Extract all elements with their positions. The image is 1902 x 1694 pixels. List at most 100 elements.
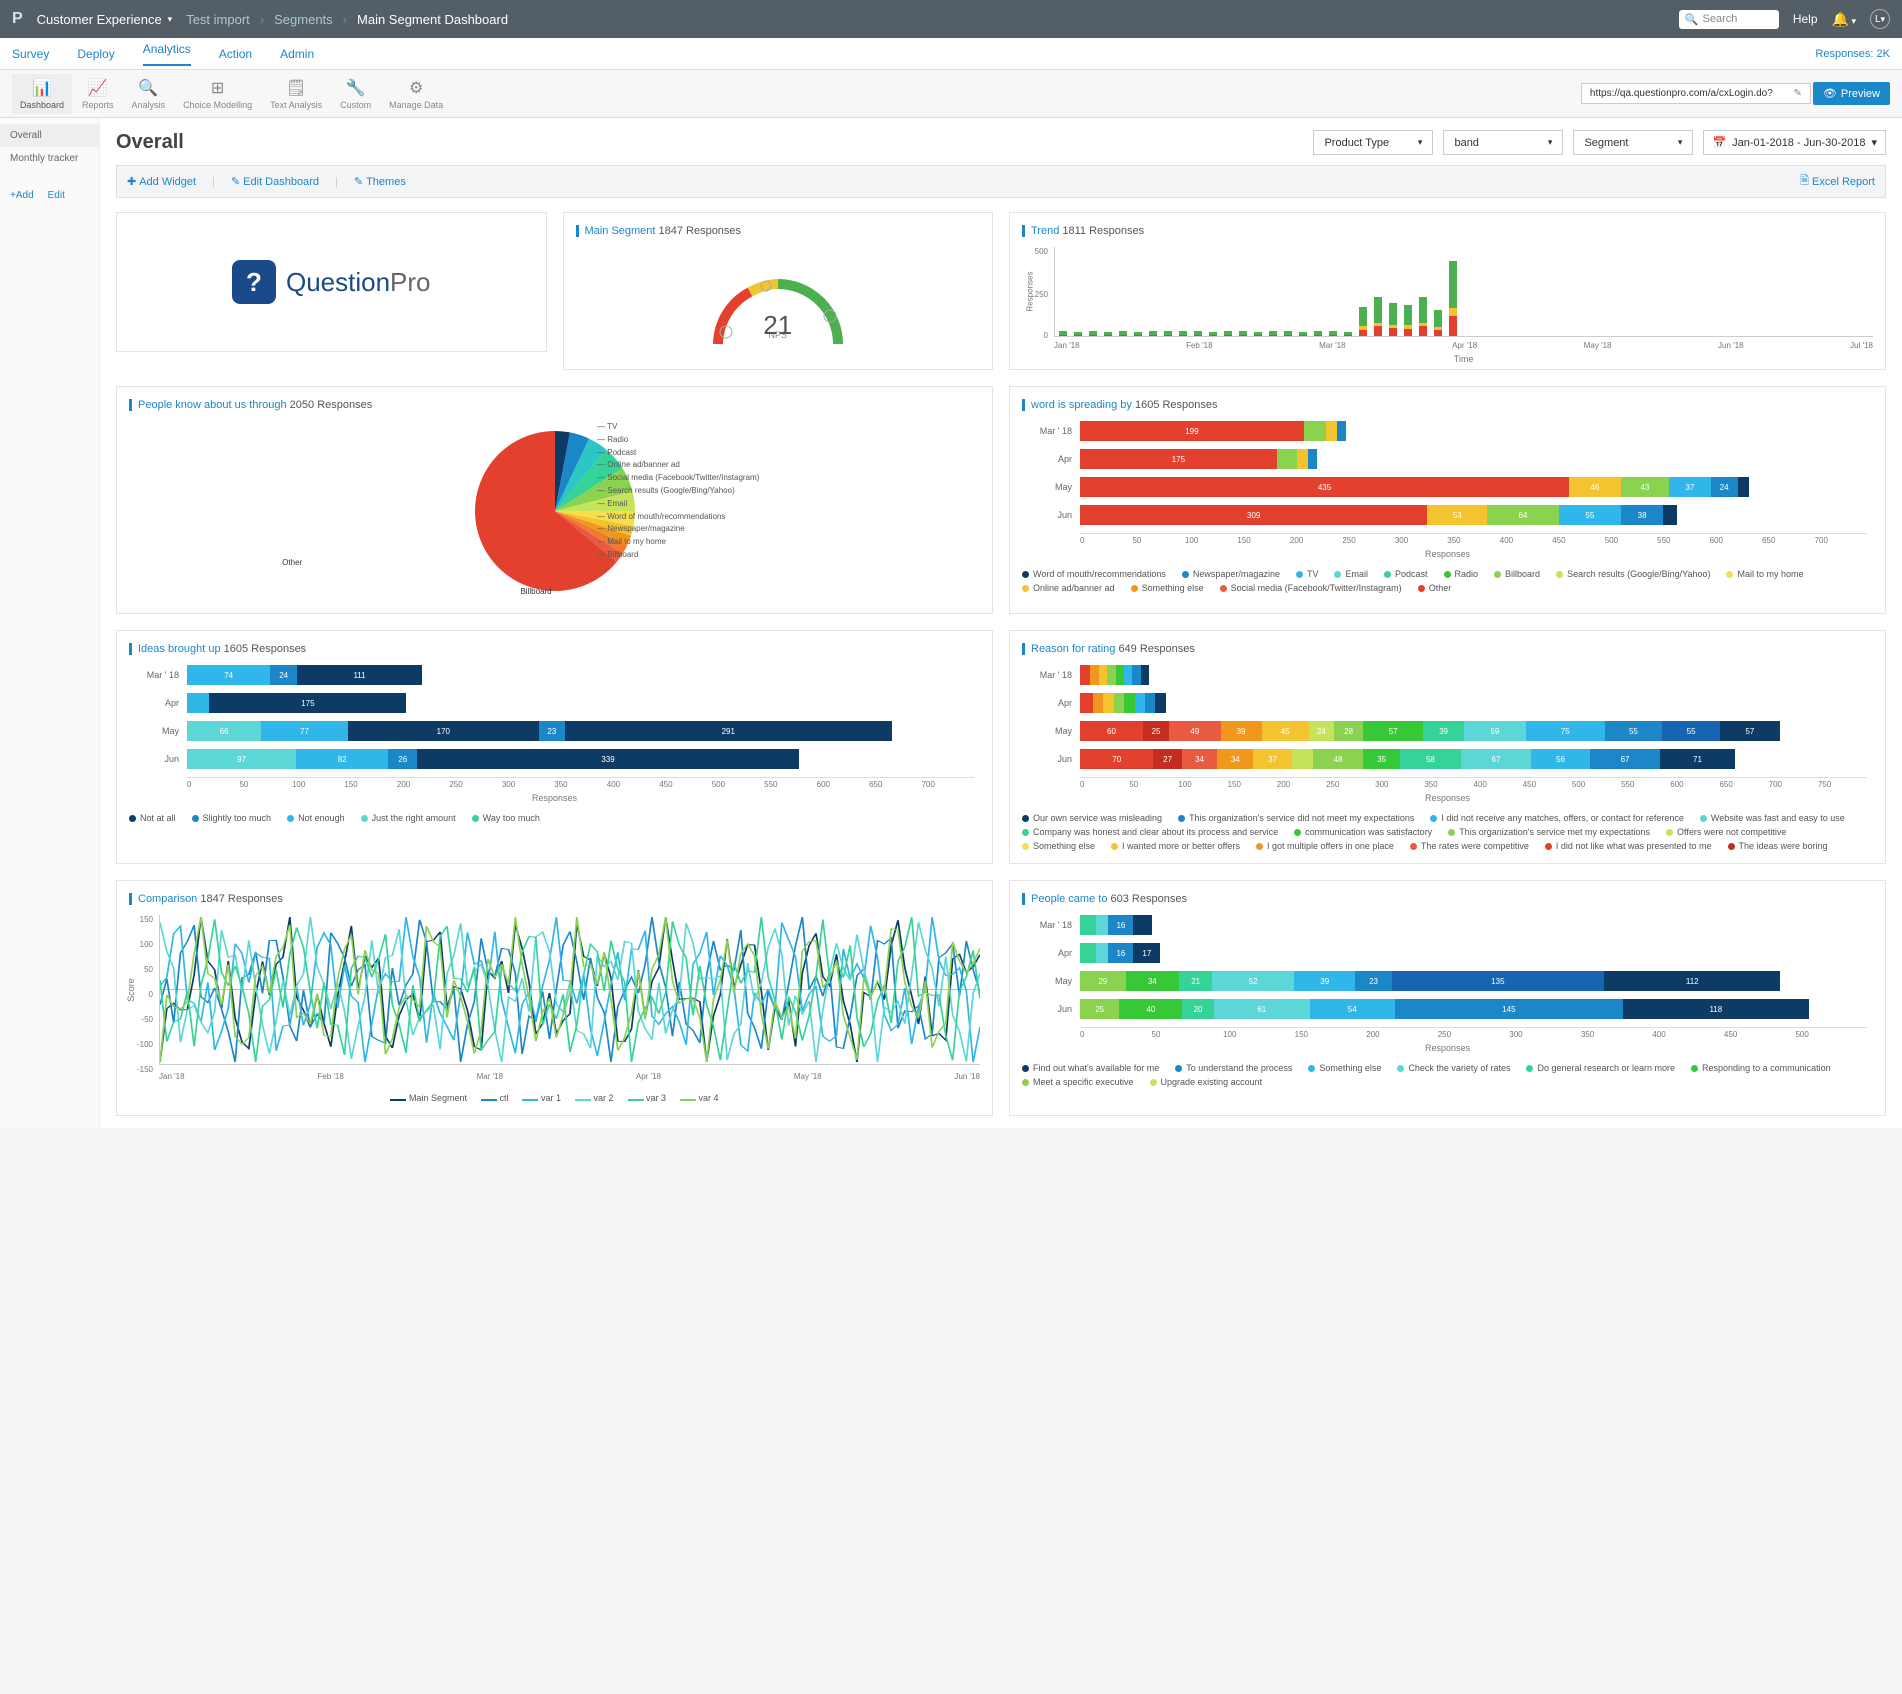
responses-count[interactable]: Responses: 2K	[1815, 48, 1890, 60]
sidebar-item-monthly-tracker[interactable]: Monthly tracker	[0, 147, 99, 170]
hbar-track[interactable]: 16	[1080, 915, 1867, 935]
trend-bar[interactable]	[1269, 331, 1277, 336]
legend-item[interactable]: The ideas were boring	[1728, 841, 1828, 851]
nav-deploy[interactable]: Deploy	[77, 47, 114, 61]
trend-bar[interactable]	[1389, 303, 1397, 336]
preview-button[interactable]: 👁 Preview	[1813, 82, 1890, 105]
hbar-track[interactable]: 293421523923135112	[1080, 971, 1867, 991]
nav-action[interactable]: Action	[219, 47, 252, 61]
legend-item[interactable]: Not enough	[287, 813, 345, 823]
tool-reports[interactable]: 📈Reports	[74, 74, 122, 114]
legend-item[interactable]: The rates were competitive	[1410, 841, 1529, 851]
trend-bar[interactable]	[1194, 331, 1202, 336]
global-search[interactable]: 🔍 Search	[1679, 10, 1779, 29]
hbar-track[interactable]: 1617	[1080, 943, 1867, 963]
trend-bar[interactable]	[1404, 305, 1412, 336]
trend-bar[interactable]	[1449, 261, 1457, 336]
legend-item[interactable]: Meet a specific executive	[1022, 1077, 1134, 1087]
legend-item[interactable]: var 3	[628, 1093, 667, 1103]
legend-item[interactable]: Mail to my home	[1726, 569, 1803, 579]
legend-item[interactable]: This organization's service met my expec…	[1448, 827, 1650, 837]
nav-analytics[interactable]: Analytics	[143, 42, 191, 66]
hbar-track[interactable]: 175	[1080, 449, 1867, 469]
trend-bar[interactable]	[1374, 297, 1382, 336]
legend-item[interactable]: Check the variety of rates	[1397, 1063, 1510, 1073]
legend-item[interactable]: Something else	[1022, 841, 1095, 851]
edit-dashboard-button[interactable]: ✎ Edit Dashboard	[231, 175, 319, 188]
filter-band[interactable]: band	[1443, 130, 1563, 155]
legend-item[interactable]: Newspaper/magazine	[1182, 569, 1280, 579]
help-link[interactable]: Help	[1793, 12, 1818, 26]
legend-item[interactable]: I did not receive any matches, offers, o…	[1430, 813, 1683, 823]
user-avatar[interactable]: L	[1870, 9, 1890, 29]
nav-admin[interactable]: Admin	[280, 47, 314, 61]
legend-item[interactable]: I did not like what was presented to me	[1545, 841, 1712, 851]
legend-item[interactable]: Main Segment	[390, 1093, 467, 1103]
trend-bar[interactable]	[1059, 331, 1067, 336]
legend-item[interactable]: This organization's service did not meet…	[1178, 813, 1414, 823]
legend-item[interactable]: ctl	[481, 1093, 509, 1103]
legend-item[interactable]: Podcast	[1384, 569, 1428, 579]
legend-item[interactable]: Website was fast and easy to use	[1700, 813, 1845, 823]
hbar-track[interactable]: 7424111	[187, 665, 974, 685]
legend-item[interactable]: Offers were not competitive	[1666, 827, 1786, 837]
filter-daterange[interactable]: 📅Jan-01-2018 - Jun-30-2018▾	[1703, 130, 1886, 155]
legend-item[interactable]: Email	[1334, 569, 1368, 579]
edit-url-icon[interactable]: ✎	[1794, 88, 1802, 99]
hbar-track[interactable]: 978226339	[187, 749, 974, 769]
trend-bar[interactable]	[1254, 332, 1262, 336]
hbar-track[interactable]: 702734343748355867566771	[1080, 749, 1867, 769]
legend-item[interactable]: Online ad/banner ad	[1022, 583, 1115, 593]
legend-item[interactable]: Not at all	[129, 813, 176, 823]
excel-report-button[interactable]: 🗎 Excel Report	[1800, 172, 1875, 191]
tool-text-analysis[interactable]: 🗒Text Analysis	[262, 74, 330, 114]
filter-segment[interactable]: Segment	[1573, 130, 1693, 155]
trend-bar[interactable]	[1314, 331, 1322, 336]
trend-bar[interactable]	[1419, 297, 1427, 336]
legend-item[interactable]: I wanted more or better offers	[1111, 841, 1240, 851]
trend-bar[interactable]	[1284, 331, 1292, 336]
hbar-track[interactable]	[1080, 665, 1867, 685]
trend-bar[interactable]	[1299, 332, 1307, 336]
legend-item[interactable]: Company was honest and clear about its p…	[1022, 827, 1278, 837]
trend-bar[interactable]	[1239, 331, 1247, 336]
hbar-track[interactable]	[1080, 693, 1867, 713]
hbar-track[interactable]: 43546433724	[1080, 477, 1867, 497]
hbar-track[interactable]: 2540206154145118	[1080, 999, 1867, 1019]
breadcrumb-1[interactable]: Test import	[186, 12, 250, 27]
trend-bar[interactable]	[1359, 307, 1367, 336]
trend-bar[interactable]	[1434, 310, 1442, 336]
themes-button[interactable]: ✎ Themes	[354, 175, 406, 188]
trend-bar[interactable]	[1224, 331, 1232, 336]
sidebar-edit[interactable]: Edit	[48, 190, 65, 201]
legend-item[interactable]: Something else	[1131, 583, 1204, 593]
notifications-icon[interactable]: 🔔	[1832, 11, 1856, 28]
filter-product-type[interactable]: Product Type	[1313, 130, 1433, 155]
hbar-track[interactable]: 30953645538	[1080, 505, 1867, 525]
trend-bar[interactable]	[1134, 332, 1142, 336]
trend-bar[interactable]	[1344, 332, 1352, 336]
legend-item[interactable]: Something else	[1308, 1063, 1381, 1073]
trend-bar[interactable]	[1104, 332, 1112, 336]
hbar-track[interactable]: 199	[1080, 421, 1867, 441]
legend-item[interactable]: var 1	[522, 1093, 561, 1103]
trend-bar[interactable]	[1164, 331, 1172, 336]
legend-item[interactable]: Responding to a communication	[1691, 1063, 1831, 1073]
tool-choice-modelling[interactable]: ⊞Choice Modelling	[175, 74, 260, 114]
legend-item[interactable]: To understand the process	[1175, 1063, 1292, 1073]
sidebar-add[interactable]: +Add	[10, 190, 34, 201]
legend-item[interactable]: Slightly too much	[192, 813, 272, 823]
hbar-track[interactable]: 667717023291	[187, 721, 974, 741]
legend-item[interactable]: Social media (Facebook/Twitter/Instagram…	[1220, 583, 1402, 593]
tool-custom[interactable]: 🔧Custom	[332, 74, 379, 114]
trend-bar[interactable]	[1119, 331, 1127, 336]
legend-item[interactable]: Find out what's available for me	[1022, 1063, 1159, 1073]
trend-bar[interactable]	[1209, 332, 1217, 336]
trend-bar[interactable]	[1089, 331, 1097, 336]
legend-item[interactable]: I got multiple offers in one place	[1256, 841, 1394, 851]
breadcrumb-2[interactable]: Segments	[274, 12, 333, 27]
product-switcher[interactable]: Customer Experience	[37, 12, 173, 27]
legend-item[interactable]: Word of mouth/recommendations	[1022, 569, 1166, 579]
trend-bar[interactable]	[1149, 331, 1157, 336]
legend-item[interactable]: Our own service was misleading	[1022, 813, 1162, 823]
